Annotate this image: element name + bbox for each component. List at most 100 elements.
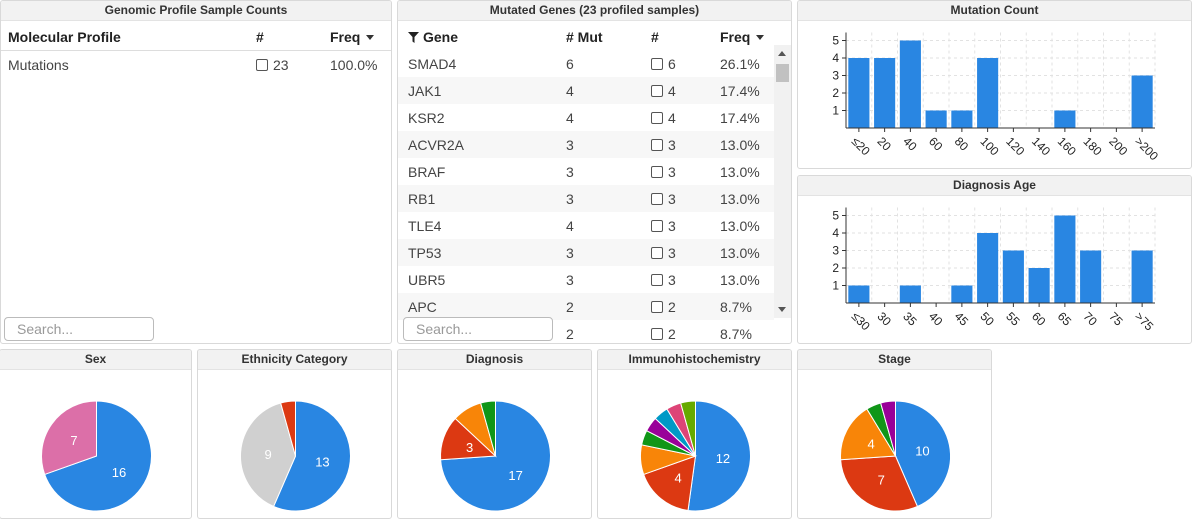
diagnosis-pie-chart: 17 3 bbox=[440, 400, 551, 512]
bar[interactable] bbox=[1028, 268, 1050, 303]
table-row[interactable]: JAK1 4 4 17.4% bbox=[398, 77, 774, 104]
table-row[interactable]: BRAF 3 3 13.0% bbox=[398, 158, 774, 185]
select-checkbox[interactable] bbox=[651, 192, 663, 205]
sex-pie-chart: 16 7 bbox=[41, 400, 152, 512]
bar[interactable] bbox=[1054, 215, 1076, 304]
bar[interactable] bbox=[1054, 110, 1076, 129]
ethnicity-pie-chart: 13 9 bbox=[240, 400, 351, 512]
bar[interactable] bbox=[899, 40, 921, 129]
bar[interactable] bbox=[977, 233, 999, 303]
x-tick-label: 60 bbox=[1029, 309, 1049, 329]
scroll-up-icon[interactable] bbox=[778, 51, 786, 56]
profile-table: Molecular Profile # Freq Mutations 23 10… bbox=[1, 23, 391, 78]
col-freq-header[interactable]: Freq bbox=[329, 23, 391, 51]
table-row[interactable]: APC 2 2 8.7% bbox=[398, 293, 774, 320]
mutation-count-title: Mutation Count bbox=[798, 1, 1191, 21]
bar[interactable] bbox=[848, 58, 870, 128]
table-row[interactable]: TLE4 4 3 13.0% bbox=[398, 212, 774, 239]
bar[interactable] bbox=[925, 110, 947, 129]
slice-label: 3 bbox=[466, 440, 473, 455]
mutation-count: 4 bbox=[565, 77, 650, 104]
gene-name[interactable]: TLE4 bbox=[398, 212, 565, 239]
col-molecular-profile[interactable]: Molecular Profile bbox=[1, 23, 255, 51]
bar[interactable] bbox=[1080, 250, 1102, 304]
table-row[interactable]: SMAD4 6 6 26.1% bbox=[398, 50, 774, 77]
gene-name[interactable]: TP53 bbox=[398, 239, 565, 266]
sample-count: 4 bbox=[668, 109, 676, 126]
table-row[interactable]: Mutations 23 100.0% bbox=[1, 50, 391, 79]
col-freq-label: Freq bbox=[330, 28, 361, 45]
col-freq-label: Freq bbox=[720, 28, 751, 45]
table-row[interactable]: RB1 3 3 13.0% bbox=[398, 185, 774, 212]
genes-scrollbar[interactable] bbox=[774, 45, 791, 318]
gene-name[interactable]: UBR5 bbox=[398, 266, 565, 293]
table-row[interactable]: TP53 3 3 13.0% bbox=[398, 239, 774, 266]
bar[interactable] bbox=[1002, 250, 1024, 304]
bar[interactable] bbox=[1131, 250, 1153, 304]
table-row[interactable]: UBR5 3 3 13.0% bbox=[398, 266, 774, 293]
genes-search-input[interactable] bbox=[403, 317, 553, 341]
bar[interactable] bbox=[951, 110, 973, 129]
bar[interactable] bbox=[874, 58, 896, 128]
y-tick-label: 2 bbox=[832, 261, 839, 275]
scroll-down-icon[interactable] bbox=[778, 307, 786, 312]
mutation-count: 2 bbox=[566, 325, 574, 342]
profile-freq: 100.0% bbox=[330, 56, 378, 73]
select-checkbox[interactable] bbox=[651, 111, 663, 124]
profile-search-input[interactable] bbox=[4, 317, 154, 341]
bar[interactable] bbox=[848, 285, 870, 304]
slice-label: 4 bbox=[867, 436, 874, 451]
gene-name[interactable]: ACVR2A bbox=[398, 131, 565, 158]
bar[interactable] bbox=[977, 58, 999, 128]
col-mut-header[interactable]: # Mut bbox=[565, 23, 650, 50]
table-row[interactable]: KSR2 4 4 17.4% bbox=[398, 104, 774, 131]
mutation-count: 6 bbox=[566, 55, 574, 72]
x-tick-label: 160 bbox=[1055, 134, 1079, 158]
sample-count: 4 bbox=[668, 82, 676, 99]
gene-name[interactable]: BRAF bbox=[398, 158, 565, 185]
x-tick-label: 180 bbox=[1081, 134, 1105, 158]
scroll-thumb[interactable] bbox=[776, 64, 789, 82]
col-freq-header[interactable]: Freq bbox=[719, 23, 774, 50]
gene-name[interactable]: APC bbox=[398, 293, 565, 320]
col-count[interactable]: # bbox=[255, 23, 329, 51]
select-checkbox[interactable] bbox=[651, 327, 663, 340]
gene-freq: 13.0% bbox=[719, 131, 774, 158]
mutated-genes-title: Mutated Genes (23 profiled samples) bbox=[398, 1, 791, 21]
filter-icon[interactable] bbox=[408, 31, 419, 43]
gene-name[interactable]: SMAD4 bbox=[398, 50, 565, 77]
col-gene-header[interactable]: Gene bbox=[398, 23, 565, 50]
bar[interactable] bbox=[1131, 75, 1153, 129]
select-checkbox[interactable] bbox=[651, 300, 663, 313]
y-tick-label: 4 bbox=[832, 226, 839, 240]
sex-title: Sex bbox=[0, 350, 191, 370]
select-checkbox[interactable] bbox=[651, 138, 663, 151]
bar[interactable] bbox=[951, 285, 973, 304]
gene-name[interactable]: JAK1 bbox=[398, 77, 565, 104]
y-tick-label: 3 bbox=[832, 69, 839, 83]
gene-name[interactable]: RB1 bbox=[398, 185, 565, 212]
select-checkbox[interactable] bbox=[651, 219, 663, 232]
select-checkbox[interactable] bbox=[256, 58, 268, 71]
x-tick-label: 100 bbox=[978, 134, 1002, 158]
x-tick-label: >200 bbox=[1132, 134, 1161, 163]
select-checkbox[interactable] bbox=[651, 273, 663, 286]
select-checkbox[interactable] bbox=[651, 84, 663, 97]
col-count-header[interactable]: # bbox=[650, 23, 719, 50]
y-tick-label: 3 bbox=[832, 244, 839, 258]
select-checkbox[interactable] bbox=[651, 57, 663, 70]
mutation-count: 3 bbox=[565, 239, 650, 266]
y-tick-label: 5 bbox=[832, 209, 839, 223]
x-tick-label: 30 bbox=[875, 309, 895, 329]
bar[interactable] bbox=[899, 285, 921, 304]
select-checkbox[interactable] bbox=[651, 165, 663, 178]
mutated-genes-card: Mutated Genes (23 profiled samples) Gene… bbox=[397, 0, 792, 344]
gene-name[interactable]: KSR2 bbox=[398, 104, 565, 131]
profile-name: Mutations bbox=[8, 56, 69, 73]
genes-table: Gene # Mut # Freq SMAD4 6 6 26.1% JAK1 4 4 17.4… bbox=[398, 23, 774, 343]
profile-count: 23 bbox=[273, 56, 289, 73]
x-tick-label: 55 bbox=[1003, 309, 1023, 329]
table-row[interactable]: ACVR2A 3 3 13.0% bbox=[398, 131, 774, 158]
select-checkbox[interactable] bbox=[651, 246, 663, 259]
mutation-count: 3 bbox=[565, 131, 650, 158]
